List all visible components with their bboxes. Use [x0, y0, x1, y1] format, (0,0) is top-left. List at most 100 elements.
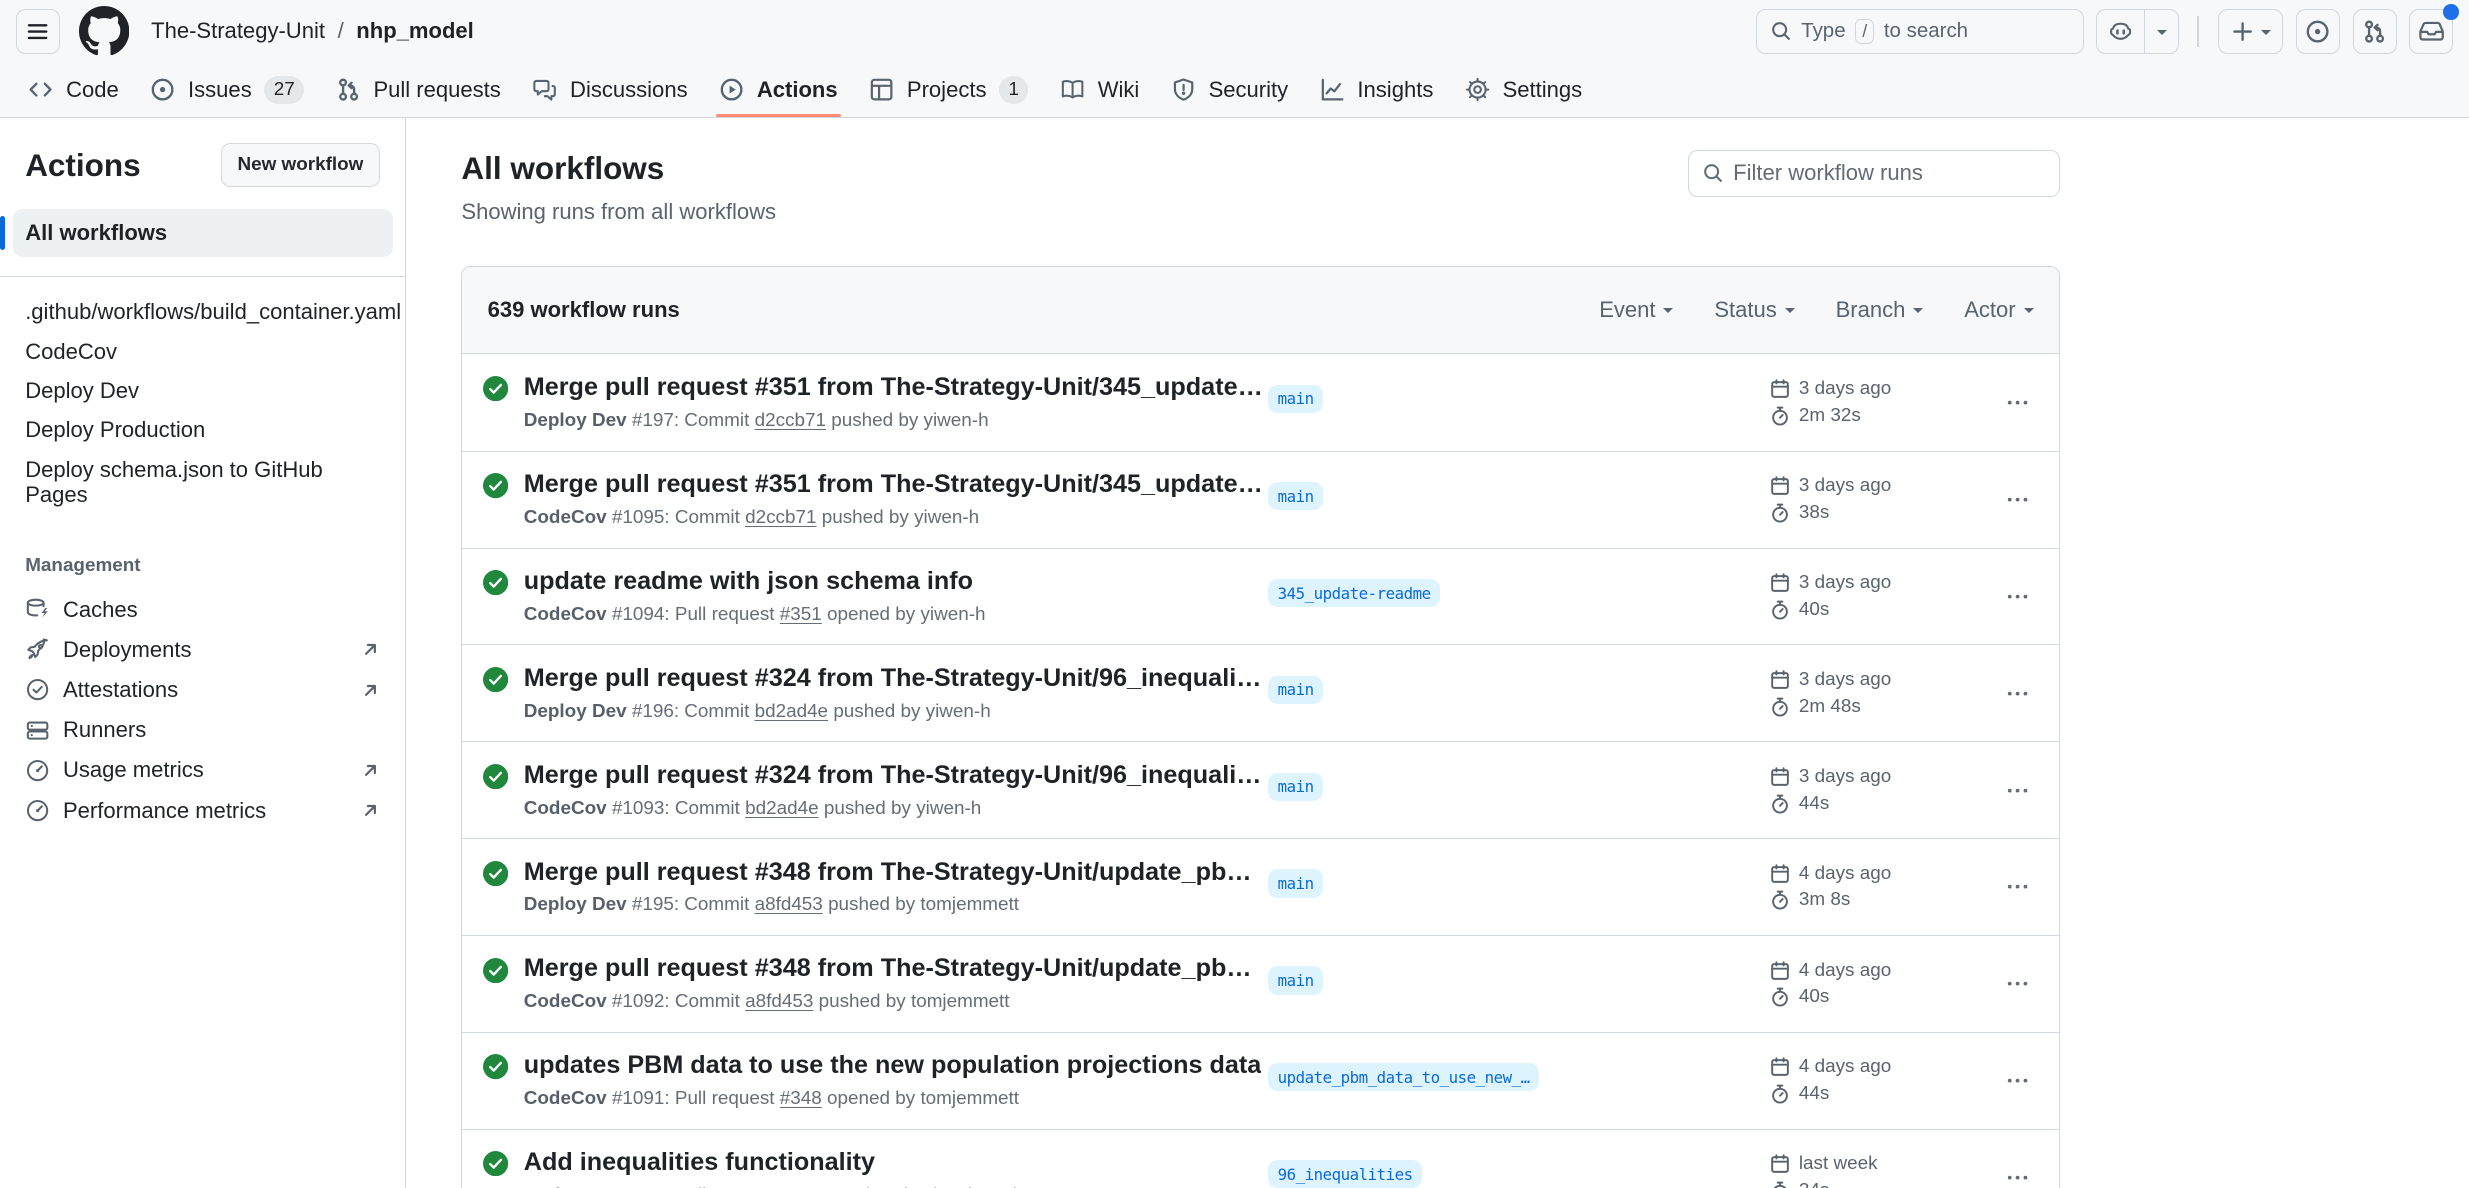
- run-title-link[interactable]: Merge pull request #351 from The-Strateg…: [524, 373, 1268, 402]
- branch-badge[interactable]: main: [1268, 482, 1323, 510]
- branch-cell: main: [1268, 869, 1769, 904]
- sidebar-item-usage-metrics[interactable]: Usage metrics: [25, 750, 380, 790]
- commit-link[interactable]: #348: [780, 1088, 822, 1109]
- commit-link[interactable]: d2ccb71: [745, 507, 816, 528]
- run-options-kebab-button[interactable]: [1999, 1062, 2046, 1100]
- commit-link[interactable]: bd2ad4e: [745, 798, 818, 819]
- run-options-kebab-button[interactable]: [1999, 383, 2046, 421]
- notification-dot: [2443, 4, 2459, 20]
- sidebar-item-deployments[interactable]: Deployments: [25, 630, 380, 670]
- run-title-link[interactable]: Merge pull request #324 from The-Strateg…: [524, 761, 1268, 790]
- copilot-dropdown[interactable]: [2144, 10, 2177, 52]
- run-options-kebab-button[interactable]: [1999, 1159, 2046, 1188]
- create-new-button[interactable]: [2218, 9, 2284, 53]
- sidebar-item-all-workflows[interactable]: All workflows: [13, 209, 393, 256]
- tab-pull-requests[interactable]: Pull requests: [320, 63, 517, 117]
- workflow-name: CodeCov: [524, 1088, 607, 1109]
- filter-workflow-runs-input[interactable]: [1733, 160, 2046, 186]
- branch-badge[interactable]: main: [1268, 676, 1323, 704]
- issue-opened-icon: [2305, 19, 2330, 44]
- breadcrumb-repo-link[interactable]: nhp_model: [356, 18, 474, 44]
- inbox-button[interactable]: [2409, 9, 2453, 53]
- commit-link[interactable]: a8fd453: [755, 894, 823, 915]
- branch-badge[interactable]: 96_inequalities: [1268, 1160, 1422, 1188]
- sidebar-item-codecov[interactable]: CodeCov: [25, 332, 380, 371]
- new-workflow-button[interactable]: New workflow: [221, 143, 380, 187]
- event-filter-dropdown[interactable]: Event: [1599, 297, 1673, 323]
- branch-badge[interactable]: main: [1268, 385, 1323, 413]
- branch-badge[interactable]: update_pbm_data_to_use_new_…: [1268, 1063, 1539, 1091]
- tab-projects[interactable]: Projects 1: [853, 63, 1044, 117]
- run-timing: 3 days ago 38s: [1769, 475, 1999, 524]
- tab-insights[interactable]: Insights: [1304, 63, 1449, 117]
- stopwatch-icon: [1769, 599, 1791, 621]
- stopwatch-icon: [1769, 696, 1791, 718]
- run-duration: 34s: [1799, 1180, 1829, 1188]
- run-meta: Deploy Dev #195: Commit a8fd453 pushed b…: [524, 894, 1268, 916]
- branch-badge[interactable]: 345_update-readme: [1268, 579, 1440, 607]
- run-options-kebab-button[interactable]: [1999, 868, 2046, 906]
- commit-link[interactable]: d2ccb71: [755, 410, 826, 431]
- kebab-icon: [2005, 971, 2030, 996]
- your-pull-requests-button[interactable]: [2353, 9, 2397, 53]
- github-logo[interactable]: [79, 6, 129, 56]
- plus-icon: [2230, 19, 2255, 44]
- hamburger-menu-button[interactable]: [16, 9, 60, 53]
- branch-filter-dropdown[interactable]: Branch: [1836, 297, 1924, 323]
- run-title-link[interactable]: update readme with json schema info: [524, 567, 986, 596]
- tab-security[interactable]: Security: [1155, 63, 1304, 117]
- server-icon: [25, 718, 50, 743]
- branch-badge[interactable]: main: [1268, 869, 1323, 897]
- tab-settings[interactable]: Settings: [1449, 63, 1598, 117]
- run-options-kebab-button[interactable]: [1999, 481, 2046, 519]
- chevron-down-icon: [2261, 30, 2271, 40]
- run-options-kebab-button[interactable]: [1999, 965, 2046, 1003]
- run-title-link[interactable]: Merge pull request #351 from The-Strateg…: [524, 470, 1268, 499]
- tab-discussions[interactable]: Discussions: [517, 63, 704, 117]
- breadcrumb-org-link[interactable]: The-Strategy-Unit: [151, 18, 325, 44]
- run-title-link[interactable]: Merge pull request #348 from The-Strateg…: [524, 858, 1268, 887]
- run-options-kebab-button[interactable]: [1999, 578, 2046, 616]
- run-duration: 38s: [1799, 502, 1829, 524]
- sidebar-item-deploy-schema[interactable]: Deploy schema.json to GitHub Pages: [25, 450, 380, 515]
- sidebar-item-deploy-production[interactable]: Deploy Production: [25, 410, 380, 449]
- run-meta: CodeCov #1093: Commit bd2ad4e pushed by …: [524, 798, 1268, 820]
- stopwatch-icon: [1769, 405, 1791, 427]
- run-meta: CodeCov #1095: Commit d2ccb71 pushed by …: [524, 507, 1268, 529]
- run-title-link[interactable]: Add inequalities functionality: [524, 1148, 1023, 1177]
- copilot-menu[interactable]: [2097, 10, 2144, 52]
- run-title-link[interactable]: Merge pull request #348 from The-Strateg…: [524, 954, 1268, 983]
- sidebar-item-caches[interactable]: Caches: [25, 590, 380, 630]
- header-divider: [2197, 16, 2199, 47]
- run-date: last week: [1799, 1153, 1878, 1175]
- search-icon: [1702, 162, 1724, 184]
- tab-actions[interactable]: Actions: [703, 63, 853, 117]
- pull-request-icon: [2362, 19, 2387, 44]
- your-issues-button[interactable]: [2296, 9, 2340, 53]
- commit-link[interactable]: #351: [780, 604, 822, 625]
- run-title-link[interactable]: updates PBM data to use the new populati…: [524, 1051, 1262, 1080]
- tab-issues[interactable]: Issues 27: [135, 63, 320, 117]
- branch-badge[interactable]: main: [1268, 773, 1323, 801]
- management-section: Management Caches Deployments Attestatio…: [25, 549, 380, 831]
- sidebar-item-runners[interactable]: Runners: [25, 710, 380, 750]
- run-date: 3 days ago: [1799, 766, 1891, 788]
- page-body: Actions New workflow All workflows .gith…: [0, 118, 2469, 1188]
- run-options-kebab-button[interactable]: [1999, 771, 2046, 809]
- run-options-kebab-button[interactable]: [1999, 674, 2046, 712]
- sidebar-item-performance-metrics[interactable]: Performance metrics: [25, 790, 380, 830]
- status-filter-dropdown[interactable]: Status: [1714, 297, 1794, 323]
- commit-link[interactable]: a8fd453: [745, 991, 813, 1012]
- sidebar-item-attestations[interactable]: Attestations: [25, 670, 380, 710]
- branch-badge[interactable]: main: [1268, 966, 1323, 994]
- tab-wiki[interactable]: Wiki: [1044, 63, 1155, 117]
- commit-link[interactable]: bd2ad4e: [755, 701, 828, 722]
- actor-filter-dropdown[interactable]: Actor: [1964, 297, 2033, 323]
- code-icon: [28, 77, 53, 102]
- sidebar-item-build-container[interactable]: .github/workflows/build_container.yaml: [25, 292, 380, 331]
- run-duration: 44s: [1799, 1083, 1829, 1105]
- sidebar-item-deploy-dev[interactable]: Deploy Dev: [25, 371, 380, 410]
- tab-code[interactable]: Code: [13, 63, 135, 117]
- run-title-link[interactable]: Merge pull request #324 from The-Strateg…: [524, 664, 1268, 693]
- search-input[interactable]: Type / to search: [1756, 9, 2084, 53]
